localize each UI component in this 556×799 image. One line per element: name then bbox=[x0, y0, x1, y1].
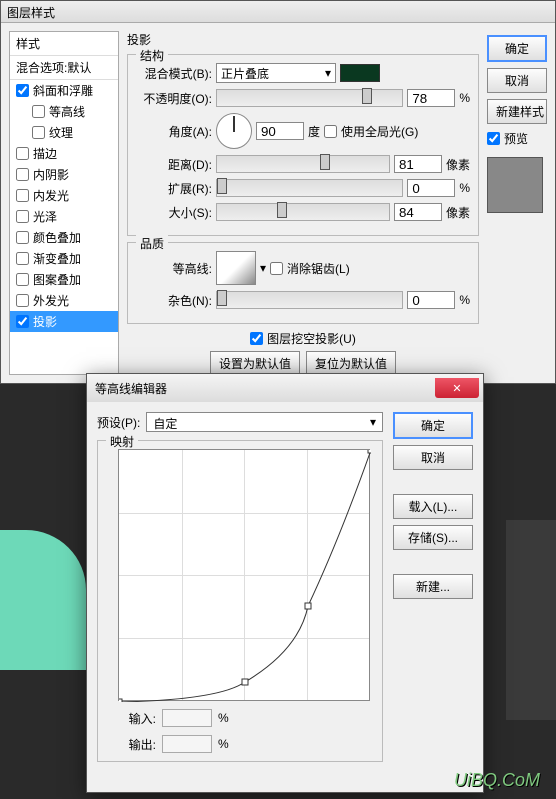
preview-check[interactable]: 预览 bbox=[487, 130, 547, 147]
style-check[interactable] bbox=[16, 315, 29, 328]
opacity-slider[interactable] bbox=[216, 89, 403, 107]
close-icon: ✕ bbox=[452, 382, 461, 395]
size-slider[interactable] bbox=[216, 203, 390, 221]
style-check[interactable] bbox=[16, 231, 29, 244]
curve-canvas[interactable] bbox=[118, 449, 370, 701]
spread-slider[interactable] bbox=[216, 179, 403, 197]
mapping-label: 映射 bbox=[106, 433, 138, 450]
close-button[interactable]: ✕ bbox=[435, 378, 479, 398]
distance-label: 距离(D): bbox=[136, 156, 212, 173]
output-label: 输出: bbox=[118, 736, 156, 753]
global-light-check[interactable]: 使用全局光(G) bbox=[324, 123, 418, 140]
style-item-contour[interactable]: 等高线 bbox=[10, 101, 118, 122]
preview-thumbnail bbox=[487, 157, 543, 213]
quality-label: 品质 bbox=[136, 235, 168, 252]
style-item-inner-shadow[interactable]: 内阴影 bbox=[10, 164, 118, 185]
save-button[interactable]: 存储(S)... bbox=[393, 525, 473, 550]
size-input[interactable] bbox=[394, 203, 442, 221]
style-check[interactable] bbox=[16, 189, 29, 202]
style-check[interactable] bbox=[16, 294, 29, 307]
style-check[interactable] bbox=[16, 252, 29, 265]
contour-editor-window: 等高线编辑器 ✕ 预设(P): 自定▾ 映射 bbox=[86, 373, 484, 793]
contour-picker[interactable] bbox=[216, 251, 256, 285]
style-item-gradient-overlay[interactable]: 渐变叠加 bbox=[10, 248, 118, 269]
chevron-down-icon[interactable]: ▾ bbox=[260, 261, 266, 275]
input-label: 输入: bbox=[118, 710, 156, 727]
cancel-button[interactable]: 取消 bbox=[487, 68, 547, 93]
style-check[interactable] bbox=[32, 105, 45, 118]
color-swatch[interactable] bbox=[340, 64, 380, 82]
style-item-pattern-overlay[interactable]: 图案叠加 bbox=[10, 269, 118, 290]
contour-label: 等高线: bbox=[136, 260, 212, 277]
preset-label: 预设(P): bbox=[97, 414, 140, 431]
ok-button[interactable]: 确定 bbox=[487, 35, 547, 62]
chevron-down-icon: ▾ bbox=[325, 66, 331, 80]
knockout-check[interactable]: 图层挖空投影(U) bbox=[127, 330, 479, 347]
new-style-button[interactable]: 新建样式 bbox=[487, 99, 547, 124]
opacity-label: 不透明度(O): bbox=[136, 90, 212, 107]
output-field[interactable] bbox=[162, 735, 212, 753]
style-check[interactable] bbox=[32, 126, 45, 139]
structure-label: 结构 bbox=[136, 47, 168, 64]
input-field[interactable] bbox=[162, 709, 212, 727]
style-item-outer-glow[interactable]: 外发光 bbox=[10, 290, 118, 311]
distance-input[interactable] bbox=[394, 155, 442, 173]
curve-window-title: 等高线编辑器 bbox=[95, 380, 167, 397]
curve-cancel-button[interactable]: 取消 bbox=[393, 445, 473, 470]
blend-options-header[interactable]: 混合选项:默认 bbox=[10, 56, 118, 80]
antialias-check[interactable]: 消除锯齿(L) bbox=[270, 260, 350, 277]
watermark: UiBQ.CoM bbox=[454, 770, 540, 791]
noise-input[interactable] bbox=[407, 291, 455, 309]
window-title: 图层样式 bbox=[1, 1, 555, 23]
angle-label: 角度(A): bbox=[136, 123, 212, 140]
chevron-down-icon: ▾ bbox=[370, 415, 376, 429]
new-button[interactable]: 新建... bbox=[393, 574, 473, 599]
curve-ok-button[interactable]: 确定 bbox=[393, 412, 473, 439]
distance-slider[interactable] bbox=[216, 155, 390, 173]
blend-mode-combo[interactable]: 正片叠底▾ bbox=[216, 63, 336, 83]
spread-label: 扩展(R): bbox=[136, 180, 212, 197]
styles-header[interactable]: 样式 bbox=[10, 32, 118, 56]
noise-label: 杂色(N): bbox=[136, 292, 212, 309]
style-check[interactable] bbox=[16, 168, 29, 181]
style-item-texture[interactable]: 纹理 bbox=[10, 122, 118, 143]
load-button[interactable]: 载入(L)... bbox=[393, 494, 473, 519]
size-label: 大小(S): bbox=[136, 204, 212, 221]
style-item-satin[interactable]: 光泽 bbox=[10, 206, 118, 227]
noise-slider[interactable] bbox=[216, 291, 403, 309]
style-item-bevel[interactable]: 斜面和浮雕 bbox=[10, 80, 118, 101]
spread-input[interactable] bbox=[407, 179, 455, 197]
style-item-color-overlay[interactable]: 颜色叠加 bbox=[10, 227, 118, 248]
blend-mode-label: 混合模式(B): bbox=[136, 65, 212, 82]
opacity-input[interactable] bbox=[407, 89, 455, 107]
style-check[interactable] bbox=[16, 273, 29, 286]
angle-dial[interactable] bbox=[216, 113, 252, 149]
style-check[interactable] bbox=[16, 147, 29, 160]
styles-list: 样式 混合选项:默认 斜面和浮雕 等高线 纹理 描边 内阴影 内发光 光泽 颜色… bbox=[9, 31, 119, 375]
style-item-inner-glow[interactable]: 内发光 bbox=[10, 185, 118, 206]
preset-combo[interactable]: 自定▾ bbox=[146, 412, 383, 432]
style-check[interactable] bbox=[16, 210, 29, 223]
angle-input[interactable] bbox=[256, 122, 304, 140]
app-side-panel bbox=[506, 520, 556, 720]
style-check[interactable] bbox=[16, 84, 29, 97]
style-item-drop-shadow[interactable]: 投影 bbox=[10, 311, 118, 332]
section-title: 投影 bbox=[127, 31, 479, 48]
style-item-stroke[interactable]: 描边 bbox=[10, 143, 118, 164]
layer-style-window: 图层样式 样式 混合选项:默认 斜面和浮雕 等高线 纹理 描边 内阴影 内发光 … bbox=[0, 0, 556, 384]
curve-path bbox=[119, 450, 371, 702]
